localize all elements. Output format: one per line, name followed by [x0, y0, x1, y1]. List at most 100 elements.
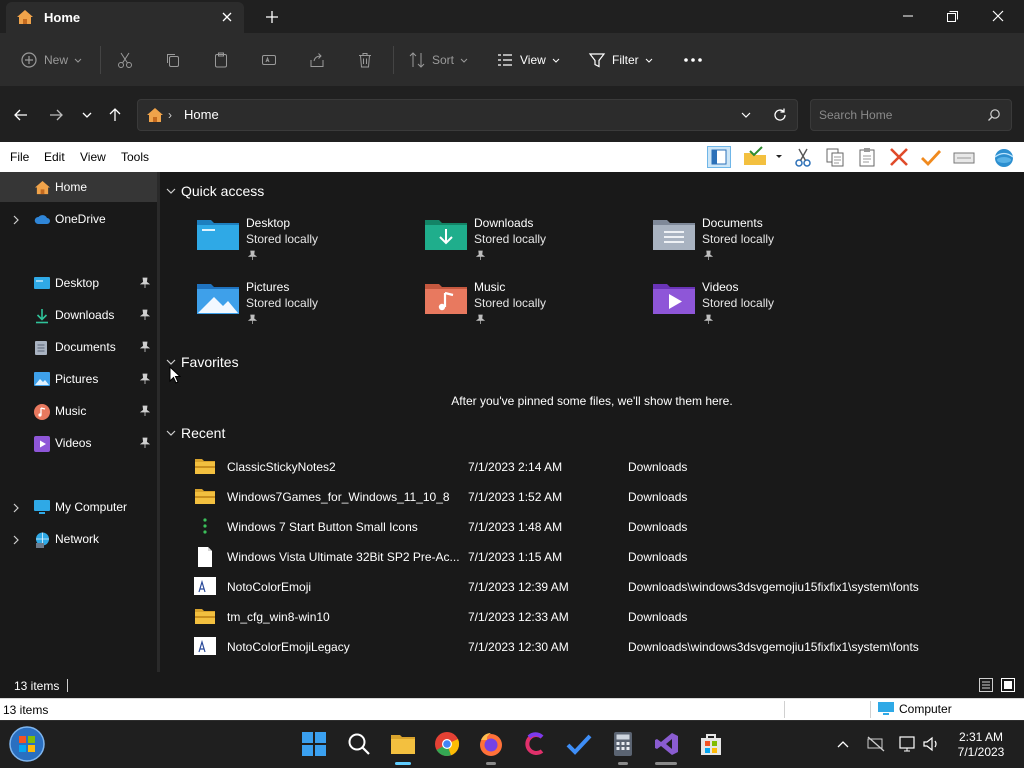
paste-toolbar-button[interactable] — [856, 146, 880, 168]
firefox-icon[interactable] — [478, 731, 504, 757]
qa-tile-music[interactable]: Music Stored locally — [424, 278, 644, 338]
share-button[interactable] — [308, 49, 326, 71]
tab-home[interactable]: Home — [6, 2, 244, 33]
chrome-icon[interactable] — [434, 731, 460, 757]
store-icon[interactable] — [698, 731, 724, 757]
address-bar[interactable]: › Home — [137, 99, 798, 131]
chevron-down-icon[interactable] — [740, 109, 752, 124]
delete-toolbar-button[interactable] — [888, 146, 912, 168]
recent-location: Downloads — [628, 490, 688, 504]
app-c-icon[interactable] — [522, 731, 548, 757]
nav-item-music[interactable]: Music — [0, 396, 157, 426]
pin-icon[interactable] — [139, 277, 151, 292]
classic-status-bar: 13 items Computer — [0, 698, 1024, 720]
display-icon[interactable] — [898, 735, 918, 753]
delete-button[interactable] — [356, 49, 374, 71]
nav-item-documents[interactable]: Documents — [0, 332, 157, 362]
search-input[interactable] — [819, 106, 979, 124]
recent-row[interactable]: Windows 7 Start Button Small Icons 7/1/2… — [194, 512, 1014, 542]
qa-tile-documents[interactable]: Documents Stored locally — [652, 214, 872, 274]
chevron-up-icon[interactable] — [834, 735, 852, 753]
file-explorer-icon[interactable] — [390, 731, 416, 757]
nav-item-desktop[interactable]: Desktop — [0, 268, 157, 298]
search-icon[interactable] — [346, 731, 372, 757]
refresh-icon[interactable] — [772, 107, 788, 126]
copy-toolbar-button[interactable] — [824, 146, 848, 168]
search-icon[interactable] — [987, 108, 1001, 125]
todo-check-icon[interactable] — [566, 731, 592, 757]
qa-tile-pictures[interactable]: Pictures Stored locally — [196, 278, 416, 338]
pin-icon[interactable] — [139, 373, 151, 388]
pin-icon[interactable] — [139, 309, 151, 324]
nav-item-downloads[interactable]: Downloads — [0, 300, 157, 330]
qa-tile-downloads[interactable]: Downloads Stored locally — [424, 214, 644, 274]
nav-item-home[interactable]: Home — [0, 172, 157, 202]
network-icon — [34, 532, 51, 551]
system-clock[interactable]: 2:31 AM 7/1/2023 — [948, 730, 1014, 760]
recent-row[interactable]: Windows Vista Ultimate 32Bit SP2 Pre-Ac.… — [194, 542, 1014, 572]
view-button[interactable]: View — [496, 49, 560, 71]
qa-tile-videos[interactable]: Videos Stored locally — [652, 278, 872, 338]
menu-edit[interactable]: Edit — [44, 150, 65, 164]
content-area: Quick access Desktop Stored locally Down… — [160, 172, 1024, 672]
close-window-icon[interactable] — [984, 4, 1012, 28]
cut-toolbar-button[interactable] — [792, 146, 816, 168]
qa-tile-desktop[interactable]: Desktop Stored locally — [196, 214, 416, 274]
preview-pane-button[interactable] — [707, 146, 731, 168]
chevron-right-icon[interactable] — [12, 214, 20, 228]
chevron-right-icon[interactable] — [12, 502, 20, 516]
copy-icon — [826, 148, 844, 167]
tiles-view-icon[interactable] — [1000, 677, 1016, 693]
navigation-pane: Home OneDrive Desktop Downloads Document… — [0, 172, 157, 672]
recent-row[interactable]: tm_cfg_win8-win10 7/1/2023 12:33 AM Down… — [194, 602, 1014, 632]
new-tab-icon[interactable] — [262, 7, 282, 27]
minimize-icon[interactable] — [894, 4, 922, 28]
forward-icon[interactable] — [45, 104, 67, 126]
network-disconnected-icon[interactable] — [866, 735, 886, 753]
search-box[interactable] — [810, 99, 1012, 131]
volume-icon[interactable] — [922, 735, 942, 753]
windows-start-icon[interactable] — [301, 731, 327, 757]
pin-icon[interactable] — [139, 341, 151, 356]
new-button[interactable]: New — [20, 49, 82, 71]
visual-studio-icon[interactable] — [654, 731, 680, 757]
chevron-right-icon[interactable] — [12, 534, 20, 548]
recent-row[interactable]: NotoColorEmojiLegacy 7/1/2023 12:30 AM D… — [194, 632, 1014, 662]
nav-item-network[interactable]: Network — [0, 524, 157, 554]
cut-button[interactable] — [116, 49, 134, 71]
back-icon[interactable] — [10, 104, 32, 126]
more-options-button[interactable] — [683, 49, 703, 71]
recent-row[interactable]: ClassicStickyNotes2 7/1/2023 2:14 AM Dow… — [194, 452, 1014, 482]
pin-icon[interactable] — [139, 405, 151, 420]
menu-view[interactable]: View — [80, 150, 106, 164]
menu-tools[interactable]: Tools — [121, 150, 149, 164]
close-tab-icon[interactable] — [218, 8, 236, 26]
filter-button[interactable]: Filter — [588, 49, 653, 71]
menu-file[interactable]: File — [10, 150, 29, 164]
nav-item-onedrive[interactable]: OneDrive — [0, 204, 157, 234]
nav-item-videos[interactable]: Videos — [0, 428, 157, 458]
sort-button[interactable]: Sort — [408, 49, 468, 71]
restore-icon[interactable] — [938, 4, 966, 28]
calculator-icon[interactable] — [610, 731, 636, 757]
start-orb-icon[interactable] — [8, 725, 46, 763]
folder-options-button[interactable] — [742, 146, 786, 168]
nav-item-pictures[interactable]: Pictures — [0, 364, 157, 394]
recent-header[interactable]: Recent — [166, 423, 225, 443]
details-view-icon[interactable] — [978, 677, 994, 693]
recent-row[interactable]: NotoColorEmoji 7/1/2023 12:39 AM Downloa… — [194, 572, 1014, 602]
pin-icon[interactable] — [139, 437, 151, 452]
paste-button[interactable] — [212, 49, 230, 71]
recent-row[interactable]: Windows7Games_for_Windows_11_10_8 7/1/20… — [194, 482, 1014, 512]
up-icon[interactable] — [104, 104, 126, 126]
rename-button[interactable] — [260, 49, 278, 71]
properties-check-button[interactable] — [920, 146, 944, 168]
chevron-down-icon — [552, 58, 560, 63]
quick-access-header[interactable]: Quick access — [166, 181, 264, 201]
rename-icon — [262, 55, 276, 65]
map-drive-button[interactable] — [952, 146, 976, 168]
nav-item-my-computer[interactable]: My Computer — [0, 492, 157, 522]
recent-location: Downloads — [628, 610, 688, 624]
copy-button[interactable] — [164, 49, 182, 71]
recent-locations-icon[interactable] — [76, 104, 98, 126]
